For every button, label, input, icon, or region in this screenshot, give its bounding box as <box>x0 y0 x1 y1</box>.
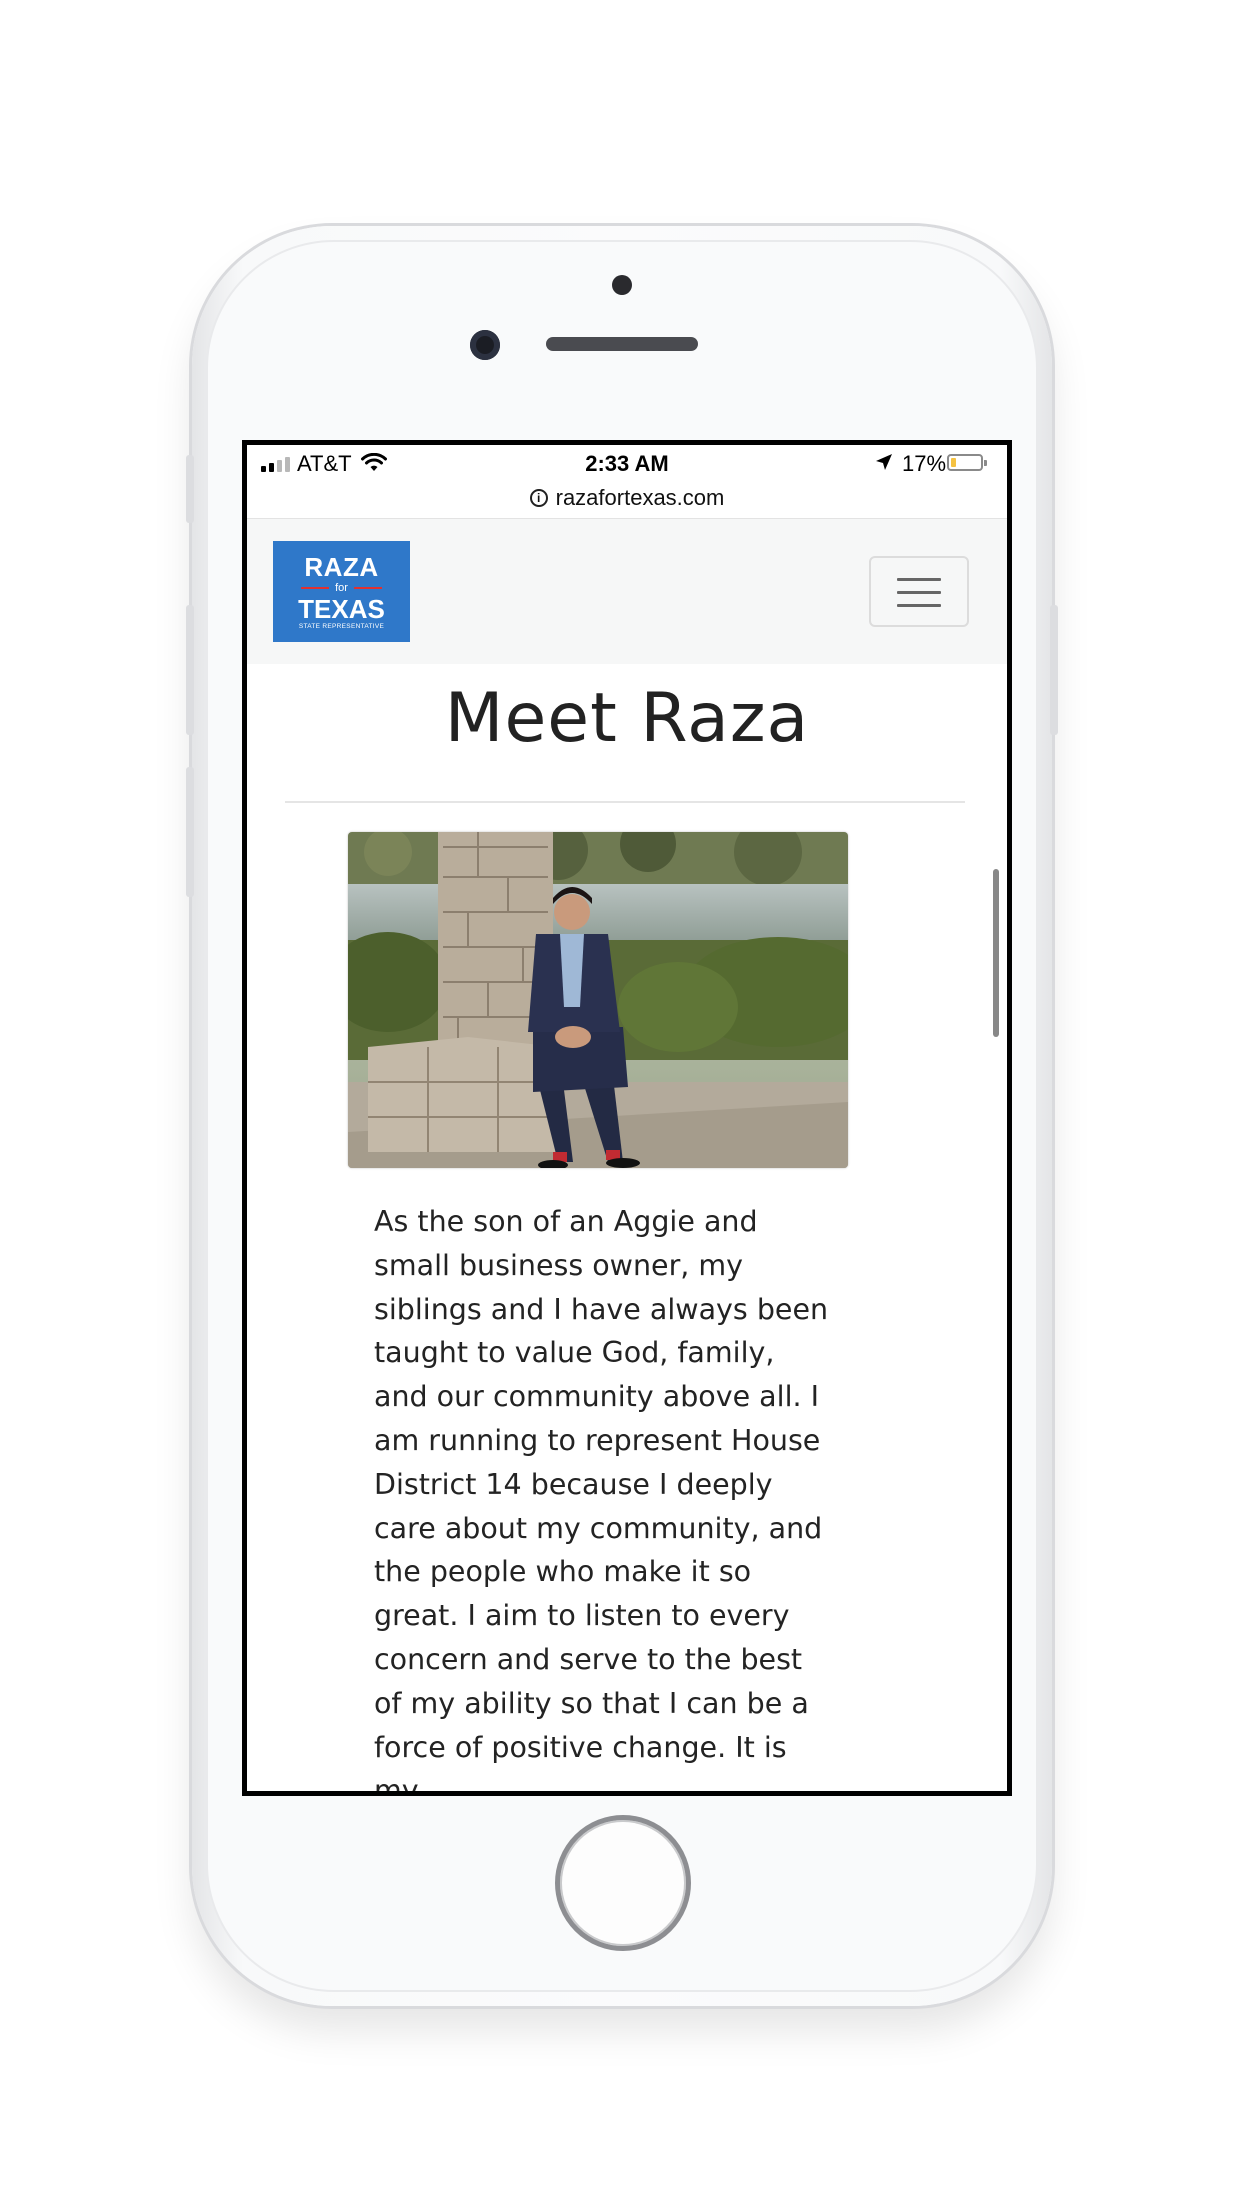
front-camera <box>470 330 500 360</box>
title-divider <box>285 801 965 803</box>
raza-for-texas-logo[interactable]: RAZA for TEXAS STATE REPRESENTATIVE <box>273 541 410 642</box>
address-bar[interactable]: i razafortexas.com <box>247 481 1007 515</box>
url-text[interactable]: razafortexas.com <box>556 485 725 511</box>
info-icon[interactable]: i <box>529 489 548 507</box>
hamburger-menu-button[interactable] <box>869 556 969 627</box>
site-header: RAZA for TEXAS STATE REPRESENTATIVE <box>247 518 1007 664</box>
scrollbar[interactable] <box>993 869 999 1037</box>
battery-level-fill <box>951 458 956 467</box>
power-button <box>1050 605 1058 735</box>
earpiece-speaker <box>546 337 698 351</box>
page-title: Meet Raza <box>444 679 810 758</box>
portrait-photo <box>348 832 848 1168</box>
proximity-sensor <box>612 275 632 295</box>
bio-paragraph: As the son of an Aggie and small busines… <box>374 1205 829 1796</box>
battery-icon <box>947 454 987 471</box>
volume-down-button <box>186 767 194 897</box>
volume-up-button <box>186 605 194 735</box>
location-arrow-icon <box>876 454 892 470</box>
battery-percent: 17% <box>902 451 947 476</box>
home-button[interactable] <box>555 1815 691 1951</box>
silent-switch <box>186 455 194 523</box>
status-time: 2:33 AM <box>585 451 669 476</box>
status-bar: AT&T 2:33 AM 17% <box>247 445 1007 481</box>
hamburger-icon <box>897 578 941 581</box>
phone-screen: AT&T 2:33 AM 17% i razafortexas.com RAZA… <box>242 440 1012 1796</box>
